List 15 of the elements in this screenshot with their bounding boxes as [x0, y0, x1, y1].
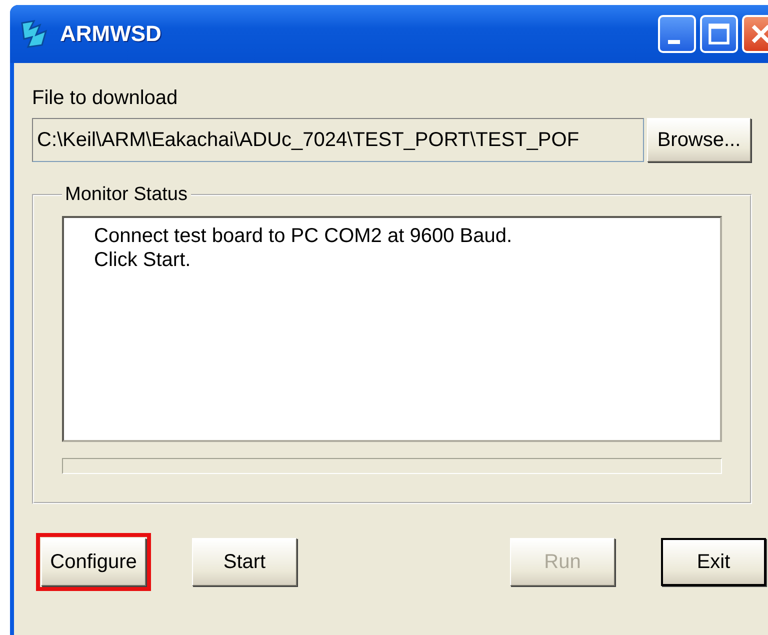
minimize-icon — [668, 40, 680, 44]
file-label: File to download — [32, 87, 179, 110]
maximize-icon — [706, 21, 732, 47]
group-title: Monitor Status — [64, 184, 188, 206]
app-icon — [20, 19, 50, 49]
action-button[interactable]: Configure — [41, 538, 146, 586]
maximize-button[interactable] — [700, 15, 738, 53]
action-button[interactable]: Start — [192, 538, 297, 586]
file-path-field[interactable]: C:\Keil\ARM\Eakachai\ADUc_7024\TEST_PORT\TEST_POF — [32, 118, 644, 162]
window-title: ARMWSD — [60, 21, 162, 47]
browse-button[interactable]: Browse... — [647, 118, 751, 162]
minimize-button[interactable] — [658, 15, 696, 53]
action-button[interactable]: Exit — [661, 538, 766, 586]
status-line: Connect test board to PC COM2 at 9600 Baud. — [94, 224, 514, 248]
status-line: Click Start. — [94, 248, 192, 272]
